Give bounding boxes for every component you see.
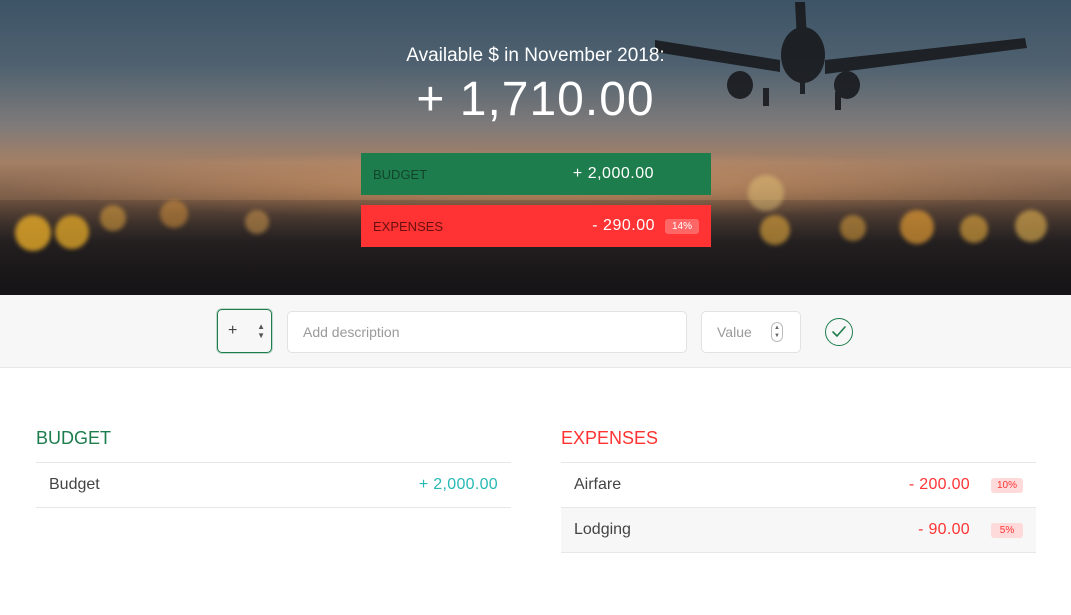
check-circle-icon: [832, 326, 846, 337]
list-item[interactable]: Lodging - 90.00 5%: [561, 508, 1036, 553]
list-item[interactable]: Budget + 2,000.00: [36, 463, 511, 508]
budget-list-title: Budget: [36, 428, 511, 463]
budget-summary-value: + 2,000.00: [572, 165, 654, 182]
budget-list: Budget Budget + 2,000.00: [36, 428, 511, 508]
type-select-value: +: [228, 322, 238, 339]
bokeh-light: [55, 215, 89, 249]
select-arrows-icon: ▲ ▼: [257, 322, 265, 340]
add-item-button[interactable]: [825, 318, 853, 346]
bokeh-light: [840, 215, 866, 241]
expenses-summary: Expenses - 290.00 14%: [361, 205, 711, 247]
item-percentage-badge: 5%: [991, 522, 1023, 538]
bokeh-light: [1015, 210, 1047, 242]
bokeh-light: [748, 175, 784, 211]
expenses-list: Expenses Airfare - 200.00 10% Lodging - …: [561, 428, 1036, 553]
item-description: Budget: [49, 476, 100, 493]
add-item-bar: + ▲▼ ▲▼: [0, 295, 1071, 368]
type-select[interactable]: + ▲ ▼: [217, 309, 272, 353]
bokeh-light: [245, 210, 269, 234]
item-value: - 200.00: [908, 476, 970, 493]
value-stepper-icon[interactable]: ▲ ▼: [771, 322, 783, 342]
value-input[interactable]: [701, 311, 801, 353]
budget-summary-label: Budget: [373, 166, 428, 182]
item-description: Airfare: [574, 476, 622, 493]
bokeh-light: [100, 205, 126, 231]
bokeh-light: [15, 215, 51, 251]
expenses-summary-value: - 290.00: [592, 217, 655, 234]
item-value: - 90.00: [918, 521, 970, 538]
list-item[interactable]: Airfare - 200.00 10%: [561, 463, 1036, 508]
expenses-list-title: Expenses: [561, 428, 1036, 463]
item-description: Lodging: [574, 521, 631, 538]
hero-banner: Available $ in November 2018: + 1,710.00…: [0, 0, 1071, 295]
expenses-percentage-badge: 14%: [665, 218, 699, 234]
expenses-summary-label: Expenses: [373, 218, 444, 234]
budget-summary: Budget + 2,000.00: [361, 153, 711, 195]
available-budget-title: Available $ in November 2018:: [406, 45, 665, 66]
item-value: + 2,000.00: [418, 476, 498, 493]
bokeh-light: [160, 200, 188, 228]
bokeh-light: [900, 210, 934, 244]
item-percentage-badge: 10%: [991, 477, 1023, 493]
available-budget-amount: + 1,710.00: [416, 73, 655, 126]
description-input[interactable]: [287, 311, 687, 353]
bokeh-light: [760, 215, 790, 245]
bokeh-light: [960, 215, 988, 243]
